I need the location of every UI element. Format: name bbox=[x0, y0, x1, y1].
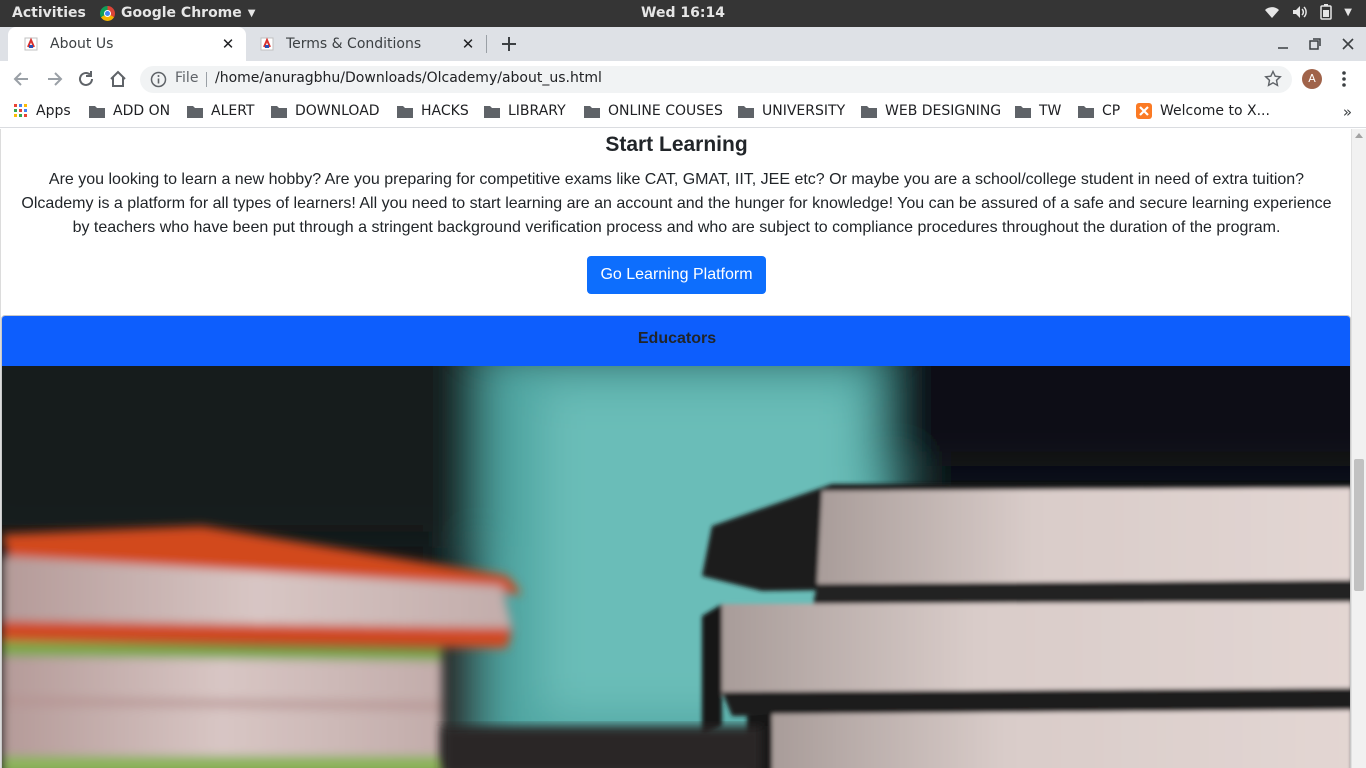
folder-icon bbox=[271, 105, 287, 118]
bookmark-label: HACKS bbox=[421, 103, 469, 119]
scroll-up-arrow-icon[interactable] bbox=[1355, 133, 1363, 138]
folder-icon bbox=[397, 105, 413, 118]
folder-icon bbox=[1015, 105, 1031, 118]
bookmark-label: Welcome to X... bbox=[1160, 103, 1270, 119]
tab-about-us[interactable]: About Us ✕ bbox=[8, 27, 246, 61]
url-text[interactable]: /home/anuragbhu/Downloads/Olcademy/about… bbox=[215, 70, 602, 86]
close-tab-icon[interactable]: ✕ bbox=[460, 35, 476, 53]
app-menu-label: Google Chrome bbox=[121, 5, 242, 21]
reload-icon[interactable] bbox=[76, 69, 96, 89]
system-menu-caret-icon: ▼ bbox=[1344, 6, 1352, 18]
bookmark-apps[interactable]: Apps bbox=[14, 103, 71, 119]
back-arrow-icon[interactable] bbox=[12, 69, 32, 89]
folder-icon bbox=[484, 105, 500, 118]
bookmark-folder-add-on[interactable]: ADD ON bbox=[89, 103, 170, 119]
bookmark-label: ONLINE COUSES bbox=[608, 103, 723, 119]
more-menu-icon[interactable] bbox=[1336, 69, 1352, 89]
xampp-icon bbox=[1136, 103, 1152, 119]
activities-button[interactable]: Activities bbox=[12, 5, 86, 21]
go-learning-platform-button[interactable]: Go Learning Platform bbox=[587, 256, 766, 294]
bookmark-folder-web-designing[interactable]: WEB DESIGNING bbox=[861, 103, 1001, 119]
new-tab-plus-icon[interactable] bbox=[499, 34, 519, 54]
home-icon[interactable] bbox=[108, 69, 128, 89]
tab-separator bbox=[486, 35, 487, 53]
scheme-label: File bbox=[175, 70, 199, 86]
olcademy-favicon-icon bbox=[260, 37, 274, 51]
minimize-window-icon[interactable] bbox=[1273, 34, 1293, 54]
folder-icon bbox=[1078, 105, 1094, 118]
restore-window-icon[interactable] bbox=[1305, 34, 1325, 54]
educators-header: Educators bbox=[2, 316, 1350, 366]
profile-avatar[interactable]: A bbox=[1302, 69, 1322, 89]
more-bookmarks-chevron-icon[interactable]: » bbox=[1343, 103, 1352, 121]
bookmark-label: DOWNLOAD bbox=[295, 103, 380, 119]
bookmark-folder-download[interactable]: DOWNLOAD bbox=[271, 103, 380, 119]
folder-icon bbox=[89, 105, 105, 118]
tab-terms-conditions[interactable]: Terms & Conditions ✕ bbox=[244, 27, 486, 61]
bookmark-label: ALERT bbox=[211, 103, 255, 119]
system-top-bar: Activities Google Chrome ▼ Wed 16:14 ▼ bbox=[0, 0, 1366, 27]
bookmark-label: WEB DESIGNING bbox=[885, 103, 1002, 119]
bookmark-folder-tw[interactable]: TW bbox=[1015, 103, 1061, 119]
bookmark-label: UNIVERSITY bbox=[762, 103, 846, 119]
bookmark-folder-hacks[interactable]: HACKS bbox=[397, 103, 469, 119]
volume-icon bbox=[1293, 6, 1308, 18]
bookmark-folder-alert[interactable]: ALERT bbox=[187, 103, 254, 119]
chrome-logo-icon bbox=[100, 5, 115, 21]
battery-icon bbox=[1320, 4, 1333, 20]
bookmarks-bar: Apps ADD ON ALERT DOWNLOAD HACKS LIBRARY… bbox=[0, 97, 1366, 128]
bookmark-folder-online-couses[interactable]: ONLINE COUSES bbox=[584, 103, 723, 119]
folder-icon bbox=[187, 105, 203, 118]
caret-down-icon: ▼ bbox=[247, 7, 256, 19]
bookmark-star-icon[interactable] bbox=[1264, 70, 1282, 88]
bookmark-label: LIBRARY bbox=[508, 103, 566, 119]
info-icon[interactable] bbox=[150, 71, 167, 88]
bookmark-label: ADD ON bbox=[113, 103, 171, 119]
bookmark-label: CP bbox=[1102, 103, 1121, 119]
tab-title: Terms & Conditions bbox=[286, 36, 422, 52]
vertical-scrollbar[interactable] bbox=[1351, 129, 1366, 768]
tab-title: About Us bbox=[50, 36, 114, 52]
olcademy-favicon-icon bbox=[24, 37, 38, 51]
bookmark-folder-cp[interactable]: CP bbox=[1078, 103, 1120, 119]
forward-arrow-icon[interactable] bbox=[44, 69, 64, 89]
omnibox-separator bbox=[206, 72, 207, 87]
close-window-icon[interactable] bbox=[1338, 34, 1358, 54]
close-tab-icon[interactable]: ✕ bbox=[220, 35, 236, 53]
bookmark-folder-library[interactable]: LIBRARY bbox=[484, 103, 566, 119]
page-viewport: Start Learning Are you looking to learn … bbox=[0, 129, 1366, 768]
bookmark-folder-university[interactable]: UNIVERSITY bbox=[738, 103, 845, 119]
bookmark-welcome-xampp[interactable]: Welcome to X... bbox=[1136, 103, 1270, 119]
tab-strip: About Us ✕ Terms & Conditions ✕ bbox=[0, 27, 1366, 61]
address-bar[interactable]: File /home/anuragbhu/Downloads/Olcademy/… bbox=[140, 66, 1292, 93]
app-menu[interactable]: Google Chrome ▼ bbox=[100, 5, 255, 21]
start-learning-heading: Start Learning bbox=[605, 133, 748, 156]
bookmark-label: Apps bbox=[36, 103, 71, 119]
system-tray[interactable]: ▼ bbox=[1264, 4, 1352, 20]
folder-icon bbox=[861, 105, 877, 118]
educators-card: Educators bbox=[1, 315, 1351, 768]
bookmark-label: TW bbox=[1039, 103, 1062, 119]
folder-icon bbox=[738, 105, 754, 118]
books-image bbox=[2, 366, 1350, 768]
apps-grid-icon bbox=[14, 104, 27, 117]
start-learning-paragraph: Are you looking to learn a new hobby? Ar… bbox=[21, 171, 1332, 236]
wifi-icon bbox=[1265, 7, 1280, 18]
folder-icon bbox=[584, 105, 600, 118]
scrollbar-thumb[interactable] bbox=[1354, 459, 1364, 591]
page-content: Start Learning Are you looking to learn … bbox=[0, 129, 1351, 768]
